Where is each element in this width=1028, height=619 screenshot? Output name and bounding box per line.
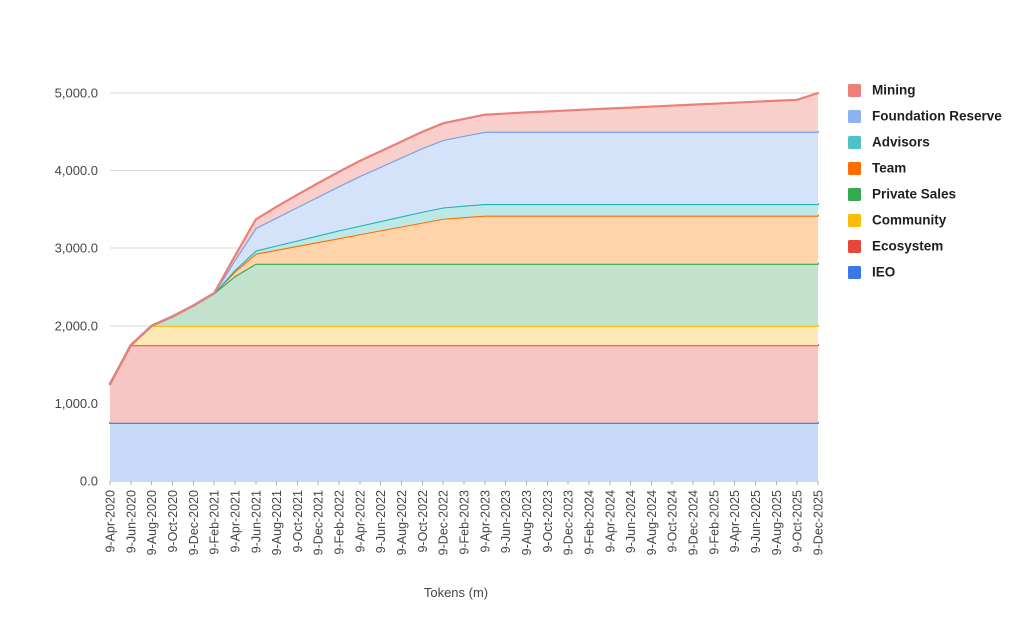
legend-item-mining[interactable]: Mining xyxy=(848,83,916,98)
legend-swatch xyxy=(848,136,861,149)
x-tick-label: 9-Feb-2024 xyxy=(582,490,596,555)
x-tick-label: 9-Apr-2024 xyxy=(603,490,617,553)
x-tick-label: 9-Dec-2022 xyxy=(437,490,451,555)
legend-label: IEO xyxy=(872,265,895,280)
legend-label: Community xyxy=(872,213,947,228)
x-tick-label: 9-Jun-2020 xyxy=(124,490,138,553)
x-tick-label: 9-Dec-2025 xyxy=(812,490,826,555)
x-tick-label: 9-Oct-2021 xyxy=(291,490,305,553)
x-tick-label: 9-Jun-2024 xyxy=(624,490,638,553)
y-tick-label: 3,000.0 xyxy=(55,241,98,256)
legend-item-community[interactable]: Community xyxy=(848,213,947,228)
y-axis-tick-labels: 0.0 1,000.0 2,000.0 3,000.0 4,000.0 5,000.0 xyxy=(55,86,98,489)
y-tick-label: 5,000.0 xyxy=(55,86,98,101)
x-tick-label: 9-Dec-2021 xyxy=(312,490,326,555)
series-area-fill xyxy=(110,422,818,481)
x-tick-label: 9-Feb-2023 xyxy=(458,490,472,555)
x-tick-label: 9-Feb-2025 xyxy=(707,490,721,555)
legend-label: Ecosystem xyxy=(872,239,943,254)
x-tick-label: 9-Aug-2023 xyxy=(520,490,534,555)
x-tick-label: 9-Aug-2020 xyxy=(145,490,159,555)
y-tick-label: 4,000.0 xyxy=(55,163,98,178)
x-tick-label: 9-Dec-2023 xyxy=(562,490,576,555)
x-tick-label: 9-Apr-2020 xyxy=(104,490,118,553)
x-tick-label: 9-Aug-2025 xyxy=(770,490,784,555)
x-tick-label: 9-Jun-2022 xyxy=(374,490,388,553)
x-tick-label: 9-Apr-2023 xyxy=(478,490,492,553)
y-tick-label: 1,000.0 xyxy=(55,396,98,411)
legend-label: Mining xyxy=(872,83,916,98)
legend-swatch xyxy=(848,84,861,97)
legend-swatch xyxy=(848,162,861,175)
legend-swatch xyxy=(848,188,861,201)
x-tick-label: 9-Jun-2025 xyxy=(749,490,763,553)
x-tick-label: 9-Feb-2021 xyxy=(208,490,222,555)
x-tick-label: 9-Apr-2021 xyxy=(228,490,242,553)
series-ecosystem xyxy=(108,344,820,423)
x-tick-label: 9-Apr-2022 xyxy=(353,490,367,553)
area-series-group xyxy=(108,91,820,481)
legend-swatch xyxy=(848,266,861,279)
legend-label: Foundation Reserve xyxy=(872,109,1002,124)
legend-swatch xyxy=(848,214,861,227)
x-axis-tick-labels: 9-Apr-2020 9-Jun-2020 9-Aug-2020 9-Oct-2020… xyxy=(104,490,826,555)
legend-item-ieo[interactable]: IEO xyxy=(848,265,895,280)
chart-container: 0.0 1,000.0 2,000.0 3,000.0 4,000.0 5,000.0 9… xyxy=(0,0,1028,619)
x-tick-label: 9-Aug-2021 xyxy=(270,490,284,555)
legend-item-advisors[interactable]: Advisors xyxy=(848,135,930,150)
x-tick-label: 9-Aug-2022 xyxy=(395,490,409,555)
x-tick-label: 9-Jun-2023 xyxy=(499,490,513,553)
x-tick-label: 9-Oct-2024 xyxy=(666,490,680,553)
x-tick-label: 9-Oct-2020 xyxy=(166,490,180,553)
legend-item-team[interactable]: Team xyxy=(848,161,906,176)
legend-item-private-sales[interactable]: Private Sales xyxy=(848,187,956,202)
x-tick-label: 9-Oct-2025 xyxy=(791,490,805,553)
x-tick-label: 9-Jun-2021 xyxy=(249,490,263,553)
legend-label: Team xyxy=(872,161,906,176)
x-tick-label: 9-Aug-2024 xyxy=(645,490,659,555)
legend-swatch xyxy=(848,110,861,123)
legend-swatch xyxy=(848,240,861,253)
x-axis-tick-marks xyxy=(109,481,819,485)
legend-item-foundation-reserve[interactable]: Foundation Reserve xyxy=(848,109,1002,124)
stacked-area-chart: 0.0 1,000.0 2,000.0 3,000.0 4,000.0 5,000.0 9… xyxy=(55,83,1003,600)
chart-legend: Mining Foundation Reserve Advisors Team Priv… xyxy=(848,83,1002,280)
x-tick-label: 9-Dec-2024 xyxy=(687,490,701,555)
x-tick-label: 9-Dec-2020 xyxy=(187,490,201,555)
x-tick-label: 9-Oct-2023 xyxy=(541,490,555,553)
y-tick-label: 2,000.0 xyxy=(55,318,98,333)
x-tick-label: 9-Apr-2025 xyxy=(728,490,742,553)
x-tick-label: 9-Feb-2022 xyxy=(333,490,347,555)
series-ieo xyxy=(108,421,820,481)
legend-label: Advisors xyxy=(872,135,930,150)
legend-label: Private Sales xyxy=(872,187,956,202)
series-area-fill xyxy=(110,345,818,423)
y-tick-label: 0.0 xyxy=(80,474,98,489)
legend-item-ecosystem[interactable]: Ecosystem xyxy=(848,239,943,254)
x-axis-title: Tokens (m) xyxy=(424,585,488,600)
x-tick-label: 9-Oct-2022 xyxy=(416,490,430,553)
